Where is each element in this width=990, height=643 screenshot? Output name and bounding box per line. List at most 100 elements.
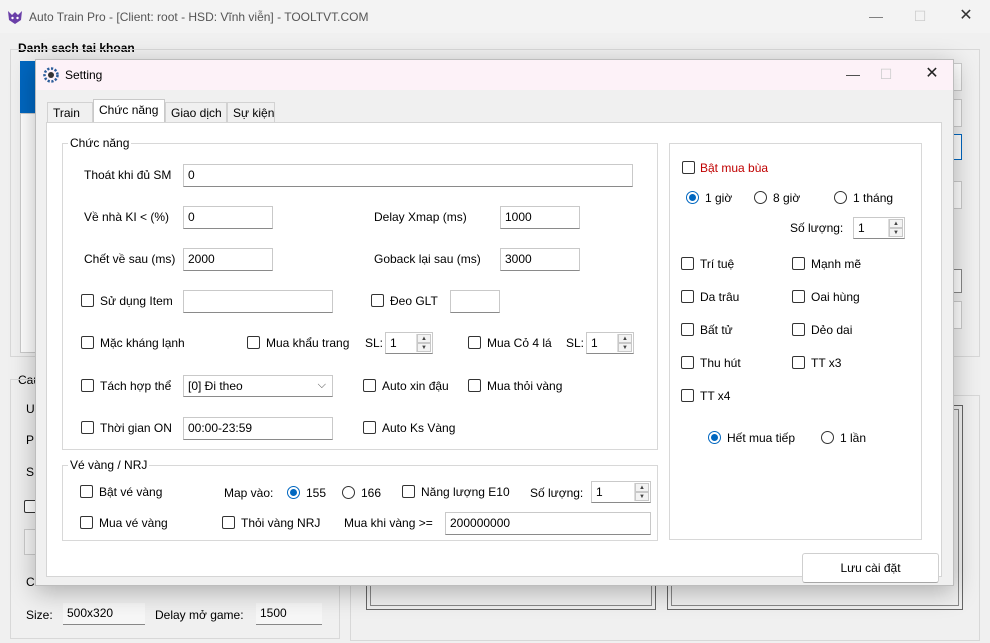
charm-1month-radio[interactable] bbox=[834, 191, 847, 204]
app-logo-icon bbox=[8, 11, 22, 24]
buy-mask-checkbox[interactable] bbox=[247, 336, 260, 349]
energy-e10-checkbox[interactable] bbox=[402, 485, 415, 498]
map-155-radio[interactable] bbox=[287, 486, 300, 499]
charm-oai-hung-checkbox[interactable] bbox=[792, 290, 805, 303]
charm-once-radio[interactable] bbox=[821, 431, 834, 444]
goback-label: Goback lại sau (ms) bbox=[374, 252, 481, 266]
buy-clover-checkbox[interactable] bbox=[468, 336, 481, 349]
charm-qty-stepper[interactable]: 1 ▲ ▼ bbox=[853, 217, 905, 239]
use-item-input[interactable] bbox=[183, 290, 333, 313]
enable-charm-checkbox[interactable] bbox=[682, 161, 695, 174]
main-close-icon[interactable]: ✕ bbox=[952, 6, 980, 26]
enable-ticket-checkbox[interactable] bbox=[80, 485, 93, 498]
dialog-maximize-icon[interactable]: ☐ bbox=[872, 64, 900, 84]
buy-ticket-label: Mua vé vàng bbox=[99, 516, 168, 530]
auto-ks-checkbox[interactable] bbox=[363, 421, 376, 434]
charm-tt-x4-checkbox[interactable] bbox=[681, 389, 694, 402]
charm-tri-tue-checkbox[interactable] bbox=[681, 257, 694, 270]
spin-down-icon[interactable]: ▼ bbox=[618, 343, 632, 352]
dialog-minimize-icon[interactable]: — bbox=[839, 64, 867, 84]
delay-xmap-label: Delay Xmap (ms) bbox=[374, 210, 467, 224]
use-item-label: Sử dụng Item bbox=[100, 294, 173, 308]
map-155-label: 155 bbox=[306, 486, 327, 500]
charm-deo-dai-checkbox[interactable] bbox=[792, 323, 805, 336]
map-166-radio[interactable] bbox=[342, 486, 355, 499]
save-settings-button[interactable]: Lưu cài đặt bbox=[802, 553, 939, 583]
charm-da-trau-checkbox[interactable] bbox=[681, 290, 694, 303]
main-window-title: Auto Train Pro - [Client: root - HSD: Vĩ… bbox=[29, 10, 369, 24]
wear-glt-checkbox[interactable] bbox=[371, 294, 384, 307]
gold-nrj-checkbox[interactable] bbox=[222, 516, 235, 529]
buy-mask-qty-stepper[interactable]: 1 ▲ ▼ bbox=[385, 332, 433, 354]
charm-1month-label: 1 tháng bbox=[853, 191, 894, 205]
charm-oai-hung-label: Oai hùng bbox=[811, 290, 860, 304]
charm-continue-label: Hết mua tiếp bbox=[727, 431, 796, 445]
wear-glt-input[interactable] bbox=[450, 290, 500, 313]
chevron-down-icon: ⌵ bbox=[317, 379, 326, 391]
split-fusion-label: Tách hợp thể bbox=[100, 379, 172, 393]
buy-gold-bar-checkbox[interactable] bbox=[468, 379, 481, 392]
charm-qty-spin[interactable]: ▲ ▼ bbox=[888, 219, 903, 237]
buy-clover-qty-stepper[interactable]: 1 ▲ ▼ bbox=[586, 332, 634, 354]
buy-clover-qty-spin[interactable]: ▲ ▼ bbox=[617, 334, 632, 352]
size-input[interactable]: 500x320 bbox=[63, 603, 145, 625]
tab-page-chuc-nang: Chức năng Thoát khi đủ SM 0 Về nhà KI < … bbox=[46, 122, 942, 577]
goback-input[interactable]: 3000 bbox=[500, 248, 580, 271]
cold-resist-checkbox[interactable] bbox=[81, 336, 94, 349]
charm-tt-x4-label: TT x4 bbox=[700, 389, 731, 403]
spin-down-icon[interactable]: ▼ bbox=[417, 343, 431, 352]
buy-mask-qty-spin[interactable]: ▲ ▼ bbox=[416, 334, 431, 352]
time-on-checkbox[interactable] bbox=[81, 421, 94, 434]
charm-8h-label: 8 giờ bbox=[773, 191, 801, 205]
buy-clover-sl-label: SL: bbox=[566, 336, 585, 350]
spin-down-icon[interactable]: ▼ bbox=[635, 492, 649, 501]
charm-manh-me-checkbox[interactable] bbox=[792, 257, 805, 270]
charm-tt-x3-label: TT x3 bbox=[811, 356, 842, 370]
use-item-checkbox[interactable] bbox=[81, 294, 94, 307]
spin-up-icon[interactable]: ▲ bbox=[635, 483, 649, 492]
main-minimize-icon[interactable]: — bbox=[862, 6, 890, 26]
time-on-input[interactable]: 00:00-23:59 bbox=[183, 417, 333, 440]
dead-home-label: Chết về sau (ms) bbox=[84, 252, 176, 266]
split-fusion-select[interactable]: [0] Đi theo ⌵ bbox=[183, 375, 333, 397]
delay-xmap-input[interactable]: 1000 bbox=[500, 206, 580, 229]
wear-glt-label: Đeo GLT bbox=[390, 294, 438, 308]
tab-chuc-nang[interactable]: Chức năng bbox=[93, 99, 165, 122]
auto-bean-checkbox[interactable] bbox=[363, 379, 376, 392]
charm-8h-radio[interactable] bbox=[754, 191, 767, 204]
buy-when-gold-input[interactable]: 200000000 bbox=[445, 512, 651, 535]
tab-train[interactable]: Train bbox=[47, 102, 93, 122]
main-titlebar: Auto Train Pro - [Client: root - HSD: Vĩ… bbox=[0, 0, 990, 33]
charm-continue-radio[interactable] bbox=[708, 431, 721, 444]
buy-mask-qty-value: 1 bbox=[390, 336, 397, 350]
charm-bat-tu-checkbox[interactable] bbox=[681, 323, 694, 336]
features-group-label: Chức năng bbox=[68, 136, 132, 150]
settings-gear-icon bbox=[43, 67, 59, 83]
delay-open-game-input[interactable]: 1500 bbox=[256, 603, 322, 625]
home-ki-input[interactable]: 0 bbox=[183, 206, 273, 229]
charm-tt-x3-checkbox[interactable] bbox=[792, 356, 805, 369]
ticket-qty-stepper[interactable]: 1 ▲ ▼ bbox=[591, 481, 651, 503]
size-label: Size: bbox=[26, 608, 53, 622]
spin-up-icon[interactable]: ▲ bbox=[889, 219, 903, 228]
charm-thu-hut-checkbox[interactable] bbox=[681, 356, 694, 369]
cold-resist-label: Mặc kháng lạnh bbox=[100, 336, 185, 350]
spin-down-icon[interactable]: ▼ bbox=[889, 228, 903, 237]
split-fusion-value: [0] Đi theo bbox=[188, 379, 243, 393]
tab-su-kien[interactable]: Sự kiện bbox=[227, 102, 275, 122]
charm-da-trau-label: Da trâu bbox=[700, 290, 740, 304]
charm-bat-tu-label: Bất tử bbox=[700, 323, 733, 337]
exit-sm-input[interactable]: 0 bbox=[183, 164, 633, 187]
spin-up-icon[interactable]: ▲ bbox=[417, 334, 431, 343]
split-fusion-checkbox[interactable] bbox=[81, 379, 94, 392]
setting-dialog: Setting — ☐ ✕ Train Chức năng Giao dịch … bbox=[35, 59, 954, 586]
charm-1h-radio[interactable] bbox=[686, 191, 699, 204]
main-maximize-icon[interactable]: ☐ bbox=[906, 6, 934, 26]
charm-manh-me-label: Mạnh mẽ bbox=[811, 257, 862, 271]
dead-home-input[interactable]: 2000 bbox=[183, 248, 273, 271]
buy-ticket-checkbox[interactable] bbox=[80, 516, 93, 529]
ticket-qty-spin[interactable]: ▲ ▼ bbox=[634, 483, 649, 501]
spin-up-icon[interactable]: ▲ bbox=[618, 334, 632, 343]
tab-giao-dich[interactable]: Giao dịch bbox=[165, 102, 227, 122]
dialog-close-icon[interactable]: ✕ bbox=[918, 64, 946, 84]
